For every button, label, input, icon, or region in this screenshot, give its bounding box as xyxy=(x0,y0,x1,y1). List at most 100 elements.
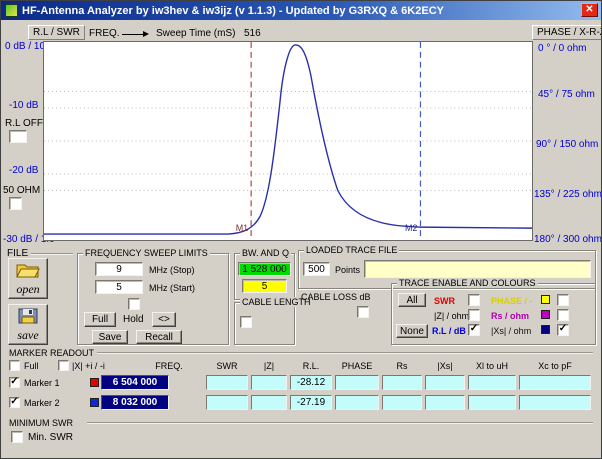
marker2-phase-cell xyxy=(335,395,379,410)
marker1-z-cell xyxy=(251,375,287,390)
save-button-caption: save xyxy=(17,329,38,341)
loaded-trace-file-label: LOADED TRACE FILE xyxy=(304,245,399,255)
trace-rs-label: Rs / ohm xyxy=(491,311,529,321)
marker2-label: M2 xyxy=(405,223,417,233)
trace-enable-label: TRACE ENABLE AND COLOURS xyxy=(397,278,538,288)
marker1-xc-cell xyxy=(519,375,591,390)
marker2-xl-cell xyxy=(468,395,516,410)
marker2-color-swatch xyxy=(90,398,99,407)
header-xc-pf: Xc to pF xyxy=(519,361,591,371)
50-ohm-ref-checkbox[interactable] xyxy=(9,197,22,210)
marker2-z-cell xyxy=(251,395,287,410)
marker1-color-swatch xyxy=(90,378,99,387)
trace-xs-swatch xyxy=(541,325,550,334)
marker1-name: Marker 1 xyxy=(24,378,60,388)
marker1-enable-checkbox[interactable] xyxy=(9,377,20,388)
trace-xs-checkbox[interactable] xyxy=(557,324,569,336)
rl-offset-input[interactable] xyxy=(9,130,27,143)
trace-phase-swatch xyxy=(541,295,550,304)
open-folder-icon xyxy=(16,262,40,281)
cable-loss-label: CABLE LOSS dB xyxy=(301,292,371,302)
trace-phase-label: PHASE / - xyxy=(491,296,533,306)
right-axis-tick-1: 45° / 75 ohm xyxy=(538,89,595,100)
bandwidth-value-field: 1 528 000 xyxy=(238,262,291,276)
trace-points-label: Points xyxy=(335,265,360,275)
marker1-xs-cell xyxy=(425,375,465,390)
header-freq: FREQ. xyxy=(135,361,203,371)
header-rs: Rs xyxy=(382,361,422,371)
trace-phase-checkbox[interactable] xyxy=(557,294,569,306)
trace-swr-checkbox[interactable] xyxy=(468,294,480,306)
marker1-label: M1 xyxy=(236,223,248,233)
trace-rl-checkbox[interactable] xyxy=(468,324,480,336)
right-axis-tick-4: 180° / 300 ohm xyxy=(534,234,602,245)
marker2-rs-cell xyxy=(382,395,422,410)
trace-points-field: 500 xyxy=(303,262,330,276)
trace-z-checkbox[interactable] xyxy=(468,309,480,321)
full-sweep-button[interactable]: Full xyxy=(84,312,116,327)
trace-none-button[interactable]: None xyxy=(396,324,428,338)
left-axis-tick-1: -10 dB xyxy=(9,100,38,111)
close-button[interactable]: ✕ xyxy=(581,3,598,17)
stop-frequency-input[interactable]: 9 xyxy=(95,262,143,276)
hold-checkbox[interactable] xyxy=(128,298,140,310)
cable-loss-checkbox[interactable] xyxy=(357,306,369,318)
trace-all-button[interactable]: All xyxy=(398,293,426,307)
step-button[interactable]: <> xyxy=(152,312,176,327)
sweep-chart[interactable]: M1 M2 xyxy=(43,41,533,241)
marker2-name: Marker 2 xyxy=(24,398,60,408)
marker1-rl-cell: -28.12 xyxy=(290,375,332,390)
open-file-button[interactable]: open xyxy=(8,258,48,299)
save-limits-button[interactable]: Save xyxy=(92,330,128,344)
marker-readout-label: MARKER READOUT xyxy=(9,348,94,358)
sweep-time-value: 516 xyxy=(244,28,261,39)
marker2-xc-cell xyxy=(519,395,591,410)
trace-rs-swatch xyxy=(541,310,550,319)
readout-full-label: Full xyxy=(24,361,39,371)
return-loss-curve xyxy=(44,45,532,234)
freq-label: FREQ. xyxy=(89,28,120,39)
right-axis-tick-3: 135° / 225 ohm xyxy=(534,189,602,200)
marker2-freq-field[interactable]: 8 032 000 xyxy=(101,395,169,410)
q-value-field: 5 xyxy=(242,279,287,293)
readout-xi-checkbox[interactable] xyxy=(58,360,69,371)
trace-z-label: |Z| / ohm xyxy=(434,311,469,321)
trace-swr-label: SWR xyxy=(434,296,455,306)
minimum-swr-label: MINIMUM SWR xyxy=(9,418,73,428)
marker1-freq-field[interactable]: 6 504 000 xyxy=(101,375,169,390)
title-bar: HF-Antenna Analyzer by iw3hev & iw3ijz (… xyxy=(1,1,601,20)
marker1-readout-row: -28.12 xyxy=(206,375,591,390)
frequency-sweep-limits-label: FREQUENCY SWEEP LIMITS xyxy=(83,248,210,258)
marker2-swr-cell xyxy=(206,395,248,410)
app-window: HF-Antenna Analyzer by iw3hev & iw3ijz (… xyxy=(0,0,602,459)
start-frequency-input[interactable]: 5 xyxy=(95,280,143,294)
bw-and-q-label: BW. AND Q xyxy=(240,248,291,258)
window-title: HF-Antenna Analyzer by iw3hev & iw3ijz (… xyxy=(22,5,444,17)
min-swr-checkbox[interactable] xyxy=(11,431,23,443)
save-file-button[interactable]: save xyxy=(8,304,48,345)
header-rl: R.L. xyxy=(290,361,332,371)
recall-limits-button[interactable]: Recall xyxy=(136,330,182,344)
marker2-rl-cell: -27.19 xyxy=(290,395,332,410)
save-disk-icon xyxy=(18,308,38,327)
readout-xi-label: |X| +i / -i xyxy=(72,361,105,371)
trace-filename-field[interactable] xyxy=(364,260,591,278)
app-icon xyxy=(5,4,18,17)
min-swr-item-label: Min. SWR xyxy=(28,432,73,443)
header-phase: PHASE xyxy=(335,361,379,371)
marker1-phase-cell xyxy=(335,375,379,390)
header-xs: |Xs| xyxy=(425,361,465,371)
header-z: |Z| xyxy=(251,361,287,371)
marker2-enable-checkbox[interactable] xyxy=(9,397,20,408)
marker1-rs-cell xyxy=(382,375,422,390)
right-axis-tick-2: 90° / 150 ohm xyxy=(536,139,598,150)
header-swr: SWR xyxy=(206,361,248,371)
minimum-swr-divider xyxy=(87,422,593,424)
readout-headers: SWR |Z| R.L. PHASE Rs |Xs| Xl to uH Xc t… xyxy=(206,361,591,371)
trace-rs-checkbox[interactable] xyxy=(557,309,569,321)
stop-frequency-label: MHz (Stop) xyxy=(149,265,195,275)
cable-length-checkbox[interactable] xyxy=(240,316,252,328)
trace-rl-label: R.L / dB xyxy=(432,326,466,336)
left-axis-tick-2: -20 dB xyxy=(9,165,38,176)
readout-full-checkbox[interactable] xyxy=(9,360,20,371)
